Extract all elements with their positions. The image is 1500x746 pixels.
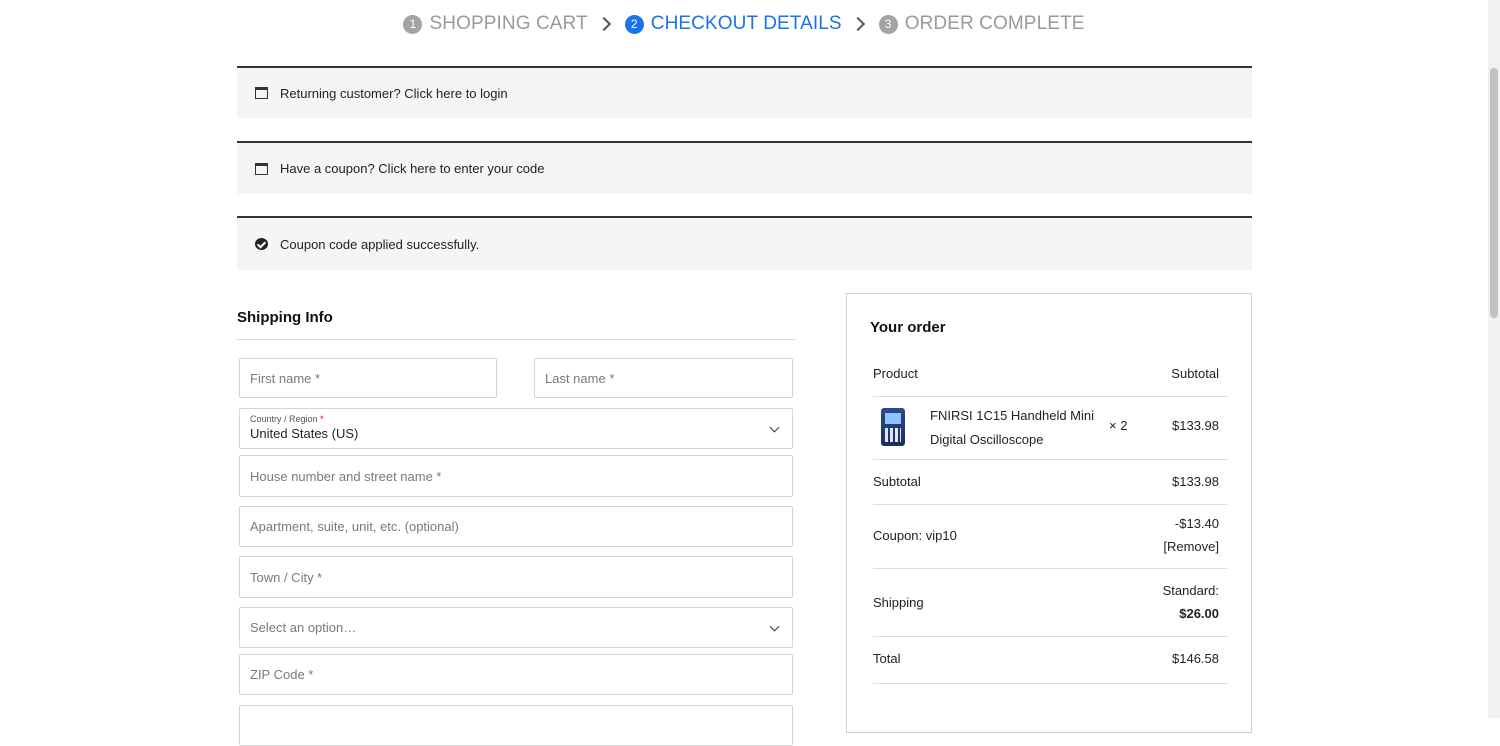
country-value: United States (US) xyxy=(250,426,359,441)
coupon-link[interactable]: Have a coupon? Click here to enter your … xyxy=(280,161,545,176)
step-label: ORDER COMPLETE xyxy=(904,13,1085,34)
product-price: $133.98 xyxy=(1172,418,1219,433)
window-icon xyxy=(255,162,268,175)
product-column-header: Product xyxy=(873,366,918,381)
chevron-down-icon xyxy=(769,422,780,433)
zip-field[interactable] xyxy=(239,654,793,695)
coupon-row: Coupon: vip10 -$13.40 [Remove] xyxy=(873,504,1227,568)
step-label: CHECKOUT DETAILS xyxy=(650,13,842,34)
first-name-field[interactable] xyxy=(239,358,497,398)
step-shopping-cart[interactable]: 1 SHOPPING CART xyxy=(403,13,588,35)
last-name-field[interactable] xyxy=(534,358,793,398)
zip-input[interactable] xyxy=(250,667,738,682)
total-label: Total xyxy=(873,651,901,666)
chevron-right-icon xyxy=(850,16,865,32)
window-icon xyxy=(255,87,268,99)
subtotal-row: Subtotal $133.98 xyxy=(873,474,1227,489)
shipping-row: Shipping Standard: $26.00 xyxy=(873,568,1227,636)
order-summary: Your order Product Subtotal FNIRSI 1C15 … xyxy=(846,293,1252,733)
country-label: Country / Region * xyxy=(250,414,324,424)
scrollbar[interactable] xyxy=(1488,0,1500,718)
total-value: $146.58 xyxy=(1172,651,1219,666)
state-select-value: Select an option… xyxy=(250,620,357,635)
step-number: 1 xyxy=(403,14,423,34)
product-thumbnail[interactable] xyxy=(881,408,905,446)
city-field[interactable] xyxy=(239,556,793,598)
divider xyxy=(873,683,1227,684)
coupon-label: Coupon: vip10 xyxy=(873,528,957,543)
order-title: Your order xyxy=(870,319,946,336)
subtotal-value: $133.98 xyxy=(1172,474,1219,489)
order-header: Product Subtotal xyxy=(873,366,1227,381)
coupon-notice[interactable]: Have a coupon? Click here to enter your … xyxy=(237,141,1252,194)
check-circle-icon xyxy=(255,238,268,250)
phone-field[interactable] xyxy=(239,705,793,746)
shipping-method: Standard: xyxy=(1162,583,1219,598)
last-name-input[interactable] xyxy=(545,370,768,386)
coupon-success-notice: Coupon code applied successfully. xyxy=(237,216,1252,270)
apartment-input[interactable] xyxy=(250,519,738,534)
product-quantity: × 2 xyxy=(1109,418,1128,433)
total-row: Total $146.58 xyxy=(873,651,1227,666)
subtotal-label: Subtotal xyxy=(873,474,921,489)
shipping-info-title: Shipping Info xyxy=(237,309,333,326)
chevron-right-icon xyxy=(596,16,611,32)
street-field[interactable] xyxy=(239,455,793,497)
step-order-complete: 3 ORDER COMPLETE xyxy=(878,13,1085,35)
divider xyxy=(873,636,1227,637)
step-number: 2 xyxy=(624,14,644,34)
apartment-field[interactable] xyxy=(239,506,793,547)
subtotal-column-header: Subtotal xyxy=(1171,366,1219,381)
checkout-steps: 1 SHOPPING CART 2 CHECKOUT DETAILS 3 ORD… xyxy=(0,11,1488,37)
divider xyxy=(237,339,796,340)
state-select[interactable]: Select an option… xyxy=(239,607,793,648)
scrollbar-thumb[interactable] xyxy=(1490,68,1498,318)
chevron-down-icon xyxy=(769,621,780,632)
country-select[interactable]: Country / Region * United States (US) xyxy=(239,408,793,449)
first-name-input[interactable] xyxy=(250,370,472,386)
step-checkout-details[interactable]: 2 CHECKOUT DETAILS xyxy=(624,13,842,35)
coupon-discount: -$13.40 xyxy=(1174,516,1219,531)
remove-coupon-link[interactable]: [Remove] xyxy=(1163,539,1219,554)
coupon-success-message: Coupon code applied successfully. xyxy=(280,236,480,252)
city-input[interactable] xyxy=(250,569,738,585)
login-notice[interactable]: Returning customer? Click here to login xyxy=(237,66,1252,118)
product-name: FNIRSI 1C15 Handheld Mini Digital Oscill… xyxy=(930,408,1095,447)
divider xyxy=(873,459,1227,460)
street-input[interactable] xyxy=(250,468,738,484)
step-number: 3 xyxy=(878,14,898,34)
login-link[interactable]: Returning customer? Click here to login xyxy=(280,86,508,101)
order-item: FNIRSI 1C15 Handheld Mini Digital Oscill… xyxy=(873,396,1227,459)
shipping-cost: $26.00 xyxy=(1179,606,1219,621)
step-label: SHOPPING CART xyxy=(429,13,588,34)
shipping-label: Shipping xyxy=(873,595,924,610)
